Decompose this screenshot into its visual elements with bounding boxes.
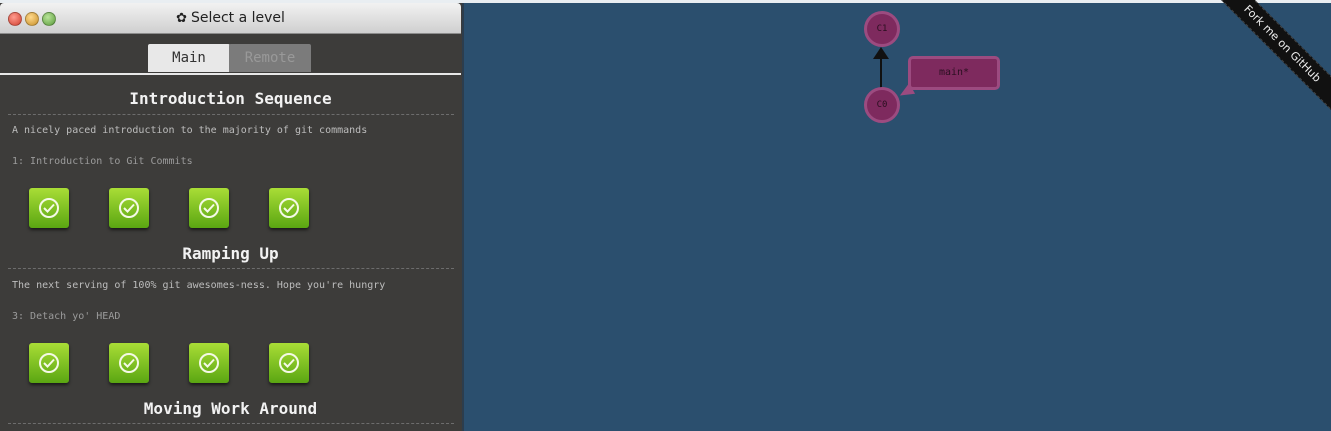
- tab-remote[interactable]: Remote: [229, 44, 311, 72]
- checkmark-icon: [199, 353, 219, 373]
- fork-ribbon[interactable]: Fork me on GitHub: [1206, 0, 1331, 120]
- divider: [8, 114, 454, 115]
- dialog-title-text: Select a level: [190, 10, 285, 26]
- sequence-title: Moving Work Around: [143, 399, 318, 418]
- level-description: 3: Detach yo' HEAD: [12, 311, 121, 322]
- divider: [8, 423, 454, 424]
- branch-label[interactable]: main*: [908, 56, 1000, 90]
- sequence-title: Ramping Up: [182, 244, 279, 263]
- checkmark-icon: [279, 198, 299, 218]
- checkmark-icon: [199, 198, 219, 218]
- level-button[interactable]: [109, 188, 149, 228]
- dialog-titlebar: ✿ Select a level: [0, 3, 461, 34]
- commit-node[interactable]: C1: [864, 11, 900, 47]
- level-button[interactable]: [29, 343, 69, 383]
- level-button[interactable]: [189, 188, 229, 228]
- level-button[interactable]: [269, 343, 309, 383]
- level-button[interactable]: [189, 343, 229, 383]
- level-button[interactable]: [29, 188, 69, 228]
- level-button[interactable]: [269, 188, 309, 228]
- checkmark-icon: [39, 353, 59, 373]
- checkmark-icon: [279, 353, 299, 373]
- sequence-description: The next serving of 100% git awesomes-ne…: [12, 280, 386, 291]
- level-description: 1: Introduction to Git Commits: [12, 156, 193, 167]
- checkmark-icon: [39, 198, 59, 218]
- sequence-title: Introduction Sequence: [129, 89, 332, 108]
- sequence-description: A nicely paced introduction to the major…: [12, 125, 368, 136]
- parent-edge: [880, 56, 882, 88]
- tab-bar: Main Remote: [0, 41, 461, 75]
- dialog-title: ✿ Select a level: [0, 10, 461, 26]
- checkmark-icon: [119, 353, 139, 373]
- tab-main[interactable]: Main: [148, 44, 230, 72]
- arrow-up-icon: [873, 47, 889, 59]
- divider: [8, 268, 454, 269]
- checkmark-icon: [119, 198, 139, 218]
- commit-node[interactable]: C0: [864, 87, 900, 123]
- gear-icon: ✿: [176, 11, 187, 26]
- level-select-dialog: ✿ Select a level Main Remote Introduction…: [0, 3, 464, 431]
- level-button[interactable]: [109, 343, 149, 383]
